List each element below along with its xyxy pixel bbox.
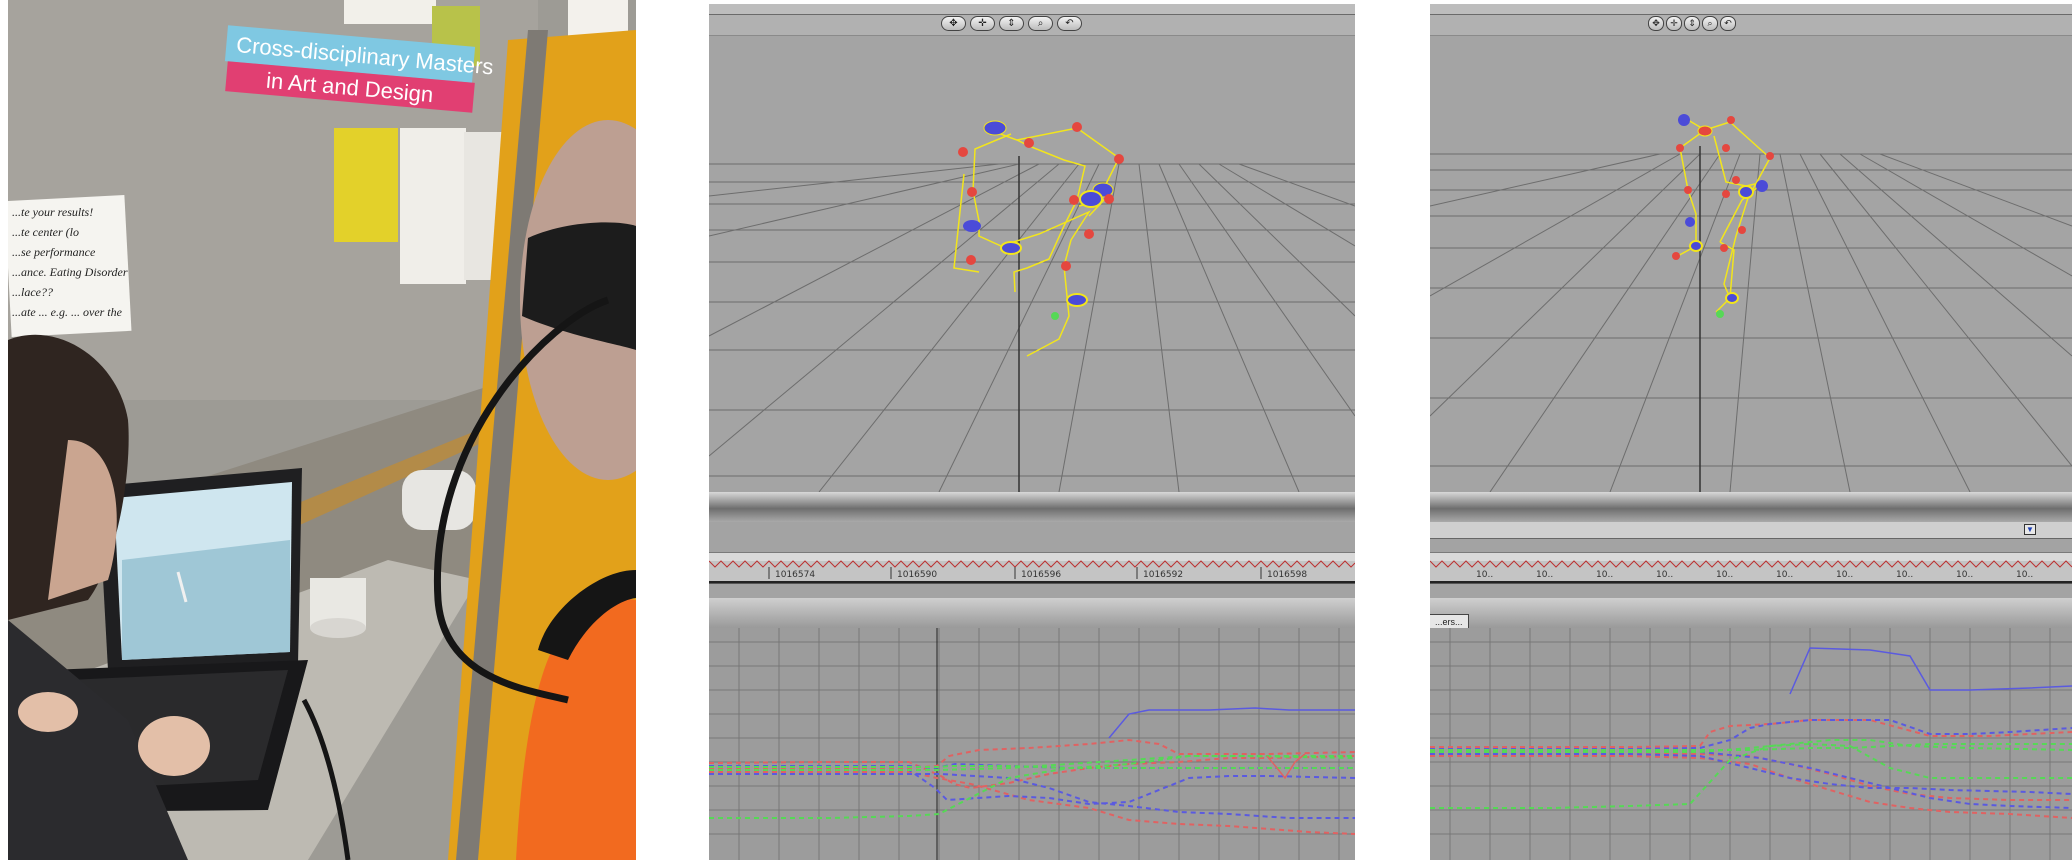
window-top-strip	[709, 4, 1355, 15]
timeline-tick-label: 10..	[1536, 570, 1553, 580]
svg-text:...ate ... e.g. ... over the: ...ate ... e.g. ... over the	[12, 305, 123, 319]
viewport-toolbar: ✥ ✛ ⇕ ⌕ ↶	[1430, 15, 2072, 36]
timeline-tick-label: 1016592	[1143, 570, 1183, 580]
timeline-tick-label: 10..	[1956, 570, 1973, 580]
timeline-tick-label: 10..	[1476, 570, 1493, 580]
svg-text:...lace??: ...lace??	[12, 285, 53, 299]
floor-grid	[709, 163, 1355, 492]
reset-view-icon[interactable]: ↶	[1720, 16, 1736, 31]
svg-text:...se performance: ...se performance	[12, 245, 96, 259]
handwritten-note: ...te your results! ...te center (lo ...…	[8, 194, 132, 338]
panel-divider[interactable]	[1430, 492, 2072, 522]
timeline-tick-label: 10..	[1836, 570, 1853, 580]
timeline-tick-label: 1016590	[897, 570, 937, 580]
dolly-icon[interactable]: ⇕	[999, 16, 1024, 31]
timeline-tick-label: 1016596	[1021, 570, 1061, 580]
curve-editor-header	[709, 598, 1355, 629]
orbit-icon[interactable]: ✥	[941, 16, 966, 31]
pan-icon[interactable]: ✛	[1666, 16, 1682, 31]
viewport-toolbar: ✥ ✛ ⇕ ⌕ ↶	[709, 15, 1355, 36]
fcurve-graph[interactable]	[1430, 628, 2072, 860]
timeline-tick-label: 10..	[1656, 570, 1673, 580]
timeline-tick-label: 1016598	[1267, 570, 1307, 580]
timeline-tick-label: 1016574	[775, 570, 815, 580]
take-selector-bar: ▼	[1430, 522, 2072, 539]
svg-text:...te your results!: ...te your results!	[12, 205, 93, 219]
zoom-icon[interactable]: ⌕	[1702, 16, 1718, 31]
skeleton[interactable]	[953, 127, 1120, 357]
pan-icon[interactable]: ✛	[970, 16, 995, 31]
floor-grid	[1430, 153, 2072, 492]
3d-viewport[interactable]	[709, 36, 1355, 492]
3d-viewport[interactable]	[1430, 36, 2072, 492]
mocap-editor-right: ✥ ✛ ⇕ ⌕ ↶ ▼ 10.. 10.. 10.. 10.. 10.. 10.…	[1430, 4, 2072, 860]
dropdown-arrow-icon[interactable]: ▼	[2024, 524, 2036, 535]
dolly-icon[interactable]: ⇕	[1684, 16, 1700, 31]
photo-panel: Cross-disciplinary Masters in Art and De…	[8, 0, 636, 860]
fcurve-graph[interactable]	[709, 628, 1355, 860]
animation-curves[interactable]	[1430, 647, 2072, 819]
panel-divider[interactable]	[709, 492, 1355, 522]
orbit-icon[interactable]: ✥	[1648, 16, 1664, 31]
timeline-tick-label: 10..	[1596, 570, 1613, 580]
timeline-tick-label: 10..	[1776, 570, 1793, 580]
timeline-tick-label: 10..	[1896, 570, 1913, 580]
motion-capture-photo: Cross-disciplinary Masters in Art and De…	[8, 0, 636, 860]
timeline-ruler[interactable]: 1016574 1016590 1016596 1016592 1016598	[709, 552, 1355, 584]
graph-grid	[709, 628, 1355, 860]
timeline-ruler[interactable]: 10.. 10.. 10.. 10.. 10.. 10.. 10.. 10.. …	[1430, 552, 2072, 584]
timeline-tick-label: 10..	[2016, 570, 2033, 580]
window-top-strip	[1430, 4, 2072, 15]
svg-text:...te center (lo: ...te center (lo	[12, 225, 79, 239]
graph-grid	[1430, 628, 2072, 860]
reset-view-icon[interactable]: ↶	[1057, 16, 1082, 31]
svg-text:...ance. Eating Disorder: ...ance. Eating Disorder	[12, 265, 128, 279]
animation-curves[interactable]	[709, 707, 1355, 835]
curve-editor-header	[1430, 598, 2072, 629]
timeline-tick-label: 10..	[1716, 570, 1733, 580]
mocap-editor-left: ✥ ✛ ⇕ ⌕ ↶ 1016574 1016590 1016596 101659…	[709, 4, 1355, 860]
zoom-icon[interactable]: ⌕	[1028, 16, 1053, 31]
